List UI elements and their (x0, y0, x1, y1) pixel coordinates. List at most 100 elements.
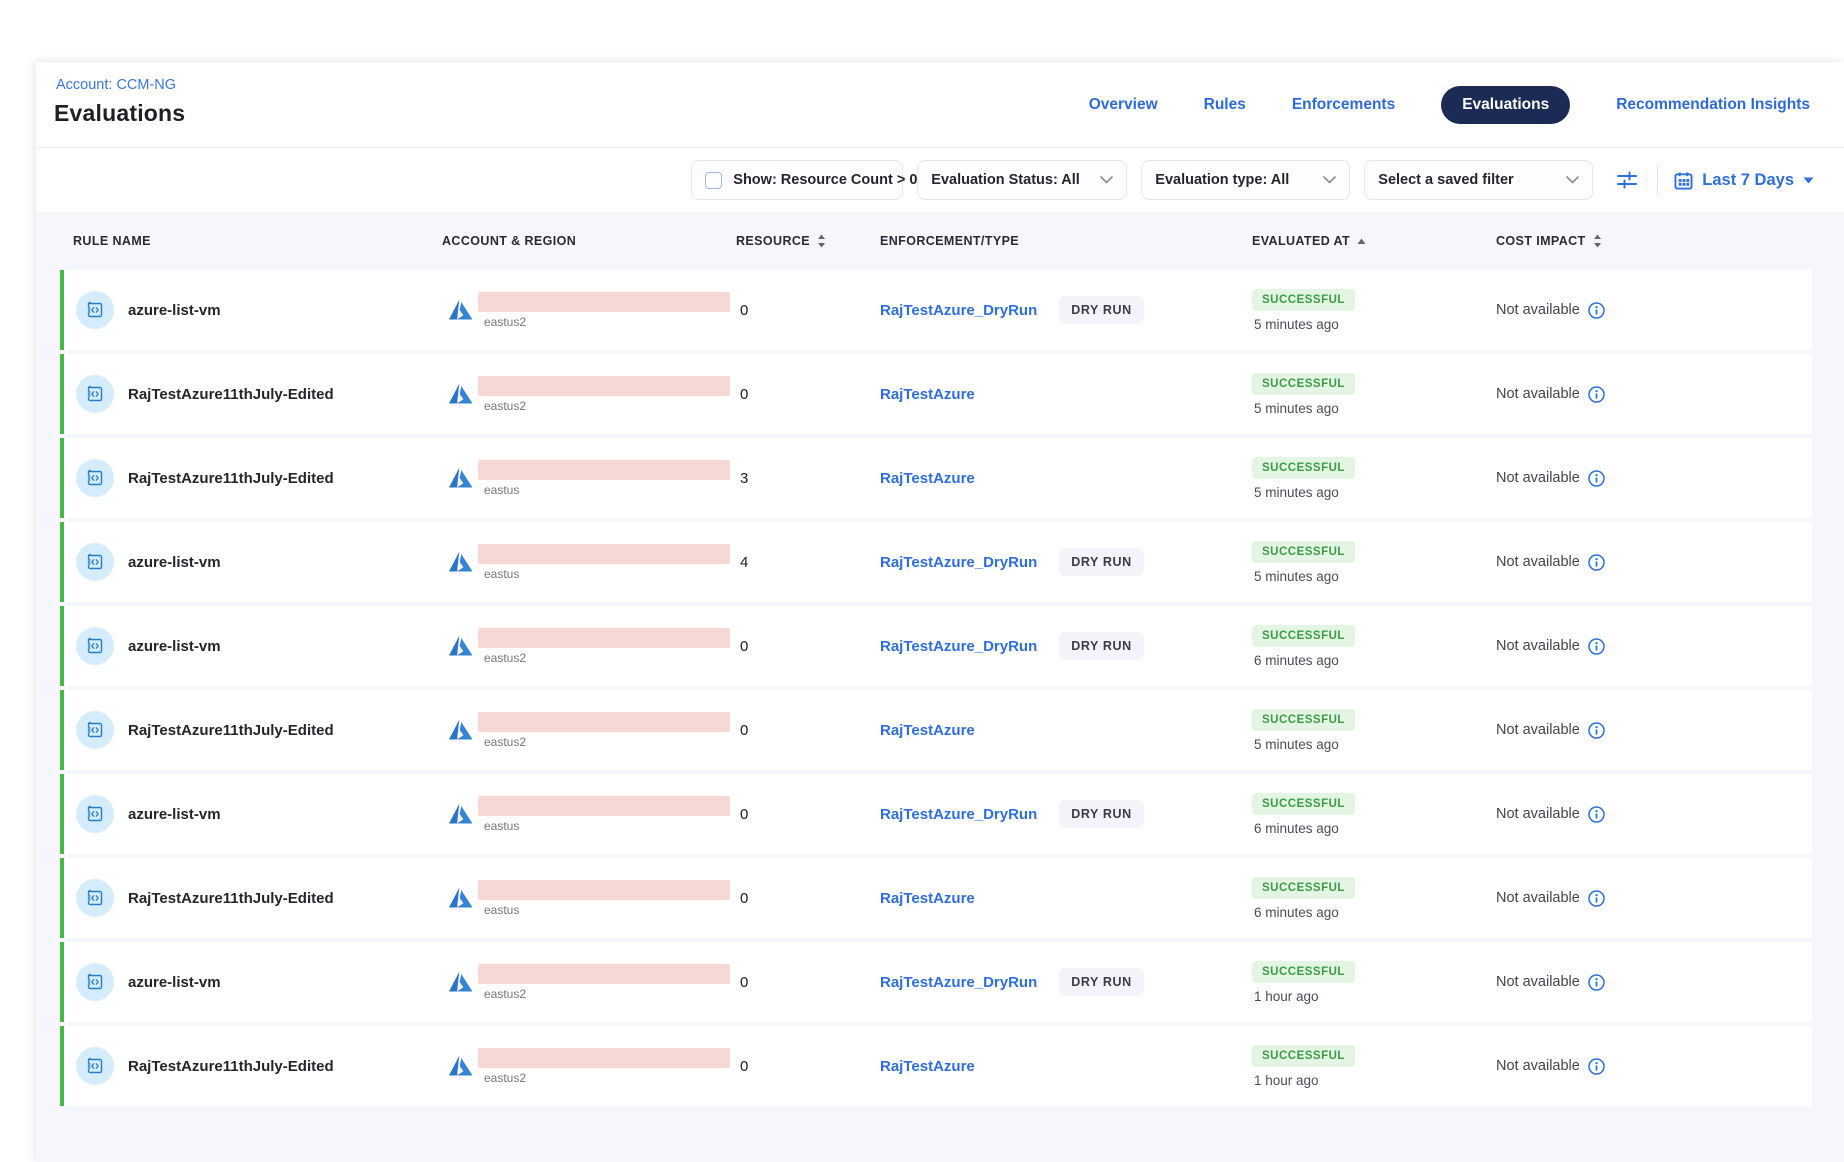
account-region-cell: eastus2 (442, 376, 736, 413)
rule-avatar (76, 627, 114, 665)
rule-avatar (76, 543, 114, 581)
account-info: eastus2 (478, 292, 730, 329)
info-icon[interactable] (1588, 302, 1605, 319)
cost-value: Not available (1496, 890, 1580, 906)
info-icon[interactable] (1588, 806, 1605, 823)
rule-name-cell: RajTestAzure11thJuly-Edited (64, 879, 442, 917)
info-icon[interactable] (1588, 470, 1605, 487)
enforcement-cell: RajTestAzure (880, 1058, 1252, 1075)
redacted-account-name (478, 376, 730, 396)
dry-run-badge: DRY RUN (1059, 548, 1143, 576)
resource-count: 4 (736, 554, 880, 571)
table-row[interactable]: RajTestAzure11thJuly-Edited eastus 3 Raj… (60, 438, 1812, 518)
table-row[interactable]: RajTestAzure11thJuly-Edited eastus 0 Raj… (60, 858, 1812, 938)
info-icon[interactable] (1588, 890, 1605, 907)
sort-icon[interactable] (1593, 234, 1602, 248)
info-icon[interactable] (1588, 386, 1605, 403)
enforcement-link[interactable]: RajTestAzure_DryRun (880, 302, 1037, 319)
enforcement-link[interactable]: RajTestAzure (880, 386, 975, 403)
redacted-account-name (478, 628, 730, 648)
evaluated-at-cell: SUCCESSFUL 1 hour ago (1252, 961, 1496, 1004)
azure-icon (448, 802, 474, 826)
rule-avatar (76, 795, 114, 833)
evaluation-status-select[interactable]: Evaluation Status: All (917, 160, 1127, 200)
resource-count: 0 (736, 1058, 880, 1075)
enforcement-cell: RajTestAzure (880, 890, 1252, 907)
rule-code-icon (85, 636, 105, 656)
resource-count: 0 (736, 722, 880, 739)
column-header-cost-impact[interactable]: COST IMPACT (1496, 234, 1812, 248)
table-row[interactable]: RajTestAzure11thJuly-Edited eastus2 0 Ra… (60, 690, 1812, 770)
table-row[interactable]: azure-list-vm eastus2 0 RajTestAzure_Dry… (60, 942, 1812, 1022)
tab-recommendation-insights[interactable]: Recommendation Insights (1616, 96, 1810, 114)
region-label: eastus2 (484, 399, 730, 413)
sort-icon[interactable] (817, 234, 826, 248)
date-range-picker[interactable]: Last 7 Days (1674, 171, 1814, 190)
sort-asc-icon[interactable] (1357, 238, 1366, 245)
evaluated-at-cell: SUCCESSFUL 6 minutes ago (1252, 877, 1496, 920)
tab-enforcements[interactable]: Enforcements (1292, 96, 1395, 114)
rule-name-cell: azure-list-vm (64, 963, 442, 1001)
table-row[interactable]: RajTestAzure11thJuly-Edited eastus2 0 Ra… (60, 354, 1812, 434)
filter-settings-button[interactable] (1615, 168, 1639, 192)
redacted-account-name (478, 1048, 730, 1068)
evaluated-time: 5 minutes ago (1252, 485, 1339, 500)
column-header-evaluated-at[interactable]: EVALUATED AT (1252, 234, 1496, 248)
info-icon[interactable] (1588, 974, 1605, 991)
rule-name-cell: RajTestAzure11thJuly-Edited (64, 711, 442, 749)
rule-code-icon (85, 300, 105, 320)
table-row[interactable]: azure-list-vm eastus2 0 RajTestAzure_Dry… (60, 270, 1812, 350)
account-region-cell: eastus (442, 460, 736, 497)
column-header-resource[interactable]: RESOURCE (736, 234, 880, 248)
tab-rules[interactable]: Rules (1204, 96, 1246, 114)
enforcement-link[interactable]: RajTestAzure (880, 722, 975, 739)
redacted-account-name (478, 544, 730, 564)
evaluations-table: RULE NAME ACCOUNT & REGION RESOURCE ENFO… (36, 212, 1844, 1162)
redacted-account-name (478, 880, 730, 900)
account-info: eastus2 (478, 376, 730, 413)
status-badge: SUCCESSFUL (1252, 373, 1355, 395)
cost-impact-cell: Not available (1496, 974, 1812, 991)
tab-evaluations[interactable]: Evaluations (1441, 86, 1570, 124)
rule-code-icon (85, 972, 105, 992)
resource-count-checkbox[interactable] (705, 172, 722, 189)
account-region-cell: eastus2 (442, 292, 736, 329)
enforcement-link[interactable]: RajTestAzure (880, 890, 975, 907)
caret-down-icon (1803, 177, 1814, 184)
rule-avatar (76, 459, 114, 497)
status-badge: SUCCESSFUL (1252, 1045, 1355, 1067)
azure-icon (448, 718, 474, 742)
table-row[interactable]: azure-list-vm eastus2 0 RajTestAzure_Dry… (60, 606, 1812, 686)
rule-name: RajTestAzure11thJuly-Edited (128, 890, 334, 907)
account-breadcrumb[interactable]: Account: CCM-NG (56, 77, 176, 93)
rule-avatar (76, 711, 114, 749)
region-label: eastus2 (484, 1071, 730, 1085)
info-icon[interactable] (1588, 1058, 1605, 1075)
tab-overview[interactable]: Overview (1089, 96, 1158, 114)
table-row[interactable]: RajTestAzure11thJuly-Edited eastus2 0 Ra… (60, 1026, 1812, 1106)
saved-filter-select[interactable]: Select a saved filter (1364, 160, 1593, 200)
account-region-cell: eastus2 (442, 628, 736, 665)
table-row[interactable]: azure-list-vm eastus 0 RajTestAzure_DryR… (60, 774, 1812, 854)
table-row[interactable]: azure-list-vm eastus 4 RajTestAzure_DryR… (60, 522, 1812, 602)
enforcement-link[interactable]: RajTestAzure_DryRun (880, 638, 1037, 655)
azure-icon (448, 634, 474, 658)
calendar-icon (1674, 171, 1693, 190)
evaluation-type-select[interactable]: Evaluation type: All (1141, 160, 1350, 200)
info-icon[interactable] (1588, 554, 1605, 571)
rule-name-cell: RajTestAzure11thJuly-Edited (64, 459, 442, 497)
rule-name-cell: azure-list-vm (64, 543, 442, 581)
enforcement-link[interactable]: RajTestAzure_DryRun (880, 554, 1037, 571)
info-icon[interactable] (1588, 638, 1605, 655)
enforcement-link[interactable]: RajTestAzure_DryRun (880, 806, 1037, 823)
region-label: eastus2 (484, 987, 730, 1001)
azure-icon (448, 466, 474, 490)
rule-avatar (76, 1047, 114, 1085)
info-icon[interactable] (1588, 722, 1605, 739)
enforcement-link[interactable]: RajTestAzure_DryRun (880, 974, 1037, 991)
evaluated-at-cell: SUCCESSFUL 5 minutes ago (1252, 457, 1496, 500)
enforcement-link[interactable]: RajTestAzure (880, 1058, 975, 1075)
resource-count-filter[interactable]: Show: Resource Count > 0 (691, 160, 903, 200)
cost-value: Not available (1496, 638, 1580, 654)
enforcement-link[interactable]: RajTestAzure (880, 470, 975, 487)
